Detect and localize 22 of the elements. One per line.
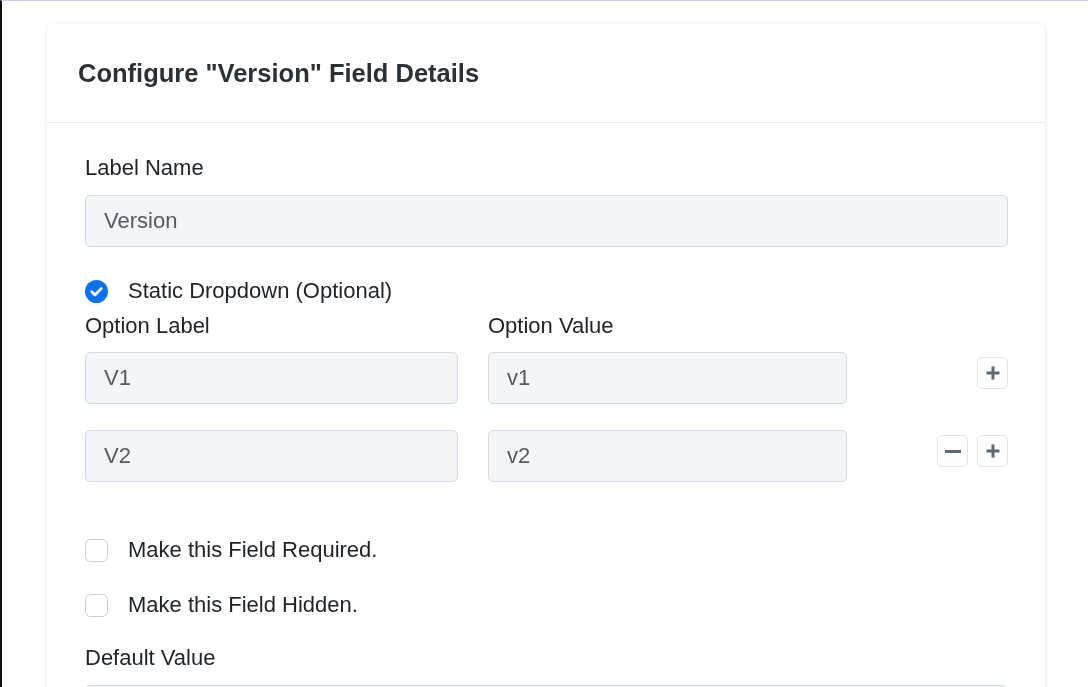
checkbox[interactable] xyxy=(85,593,108,617)
minus-icon xyxy=(944,449,961,453)
text-field[interactable]: V2 xyxy=(85,430,458,482)
remove-button[interactable] xyxy=(937,435,968,467)
checkbox-label: Make this Field Hidden. xyxy=(128,592,358,618)
field-label: Default Value xyxy=(85,645,216,671)
checkbox[interactable] xyxy=(85,538,108,562)
round-checkbox[interactable] xyxy=(85,279,108,303)
column-label: Option Value xyxy=(488,313,614,339)
text-field[interactable]: Version xyxy=(85,195,1008,247)
add-button[interactable] xyxy=(977,357,1008,389)
text-field[interactable]: v2 xyxy=(488,430,847,482)
checkbox-label: Make this Field Required. xyxy=(128,537,378,563)
add-button[interactable] xyxy=(977,435,1008,467)
plus-icon xyxy=(984,365,1001,381)
column-label: Option Label xyxy=(85,313,210,339)
checkbox-label: Static Dropdown (Optional) xyxy=(128,278,393,304)
plus-icon xyxy=(984,443,1001,459)
text-field[interactable]: V1 xyxy=(85,352,458,404)
text-field[interactable]: v1 xyxy=(488,352,847,404)
card-title: Configure "Version" Field Details xyxy=(78,58,480,88)
field-label: Label Name xyxy=(85,155,204,181)
